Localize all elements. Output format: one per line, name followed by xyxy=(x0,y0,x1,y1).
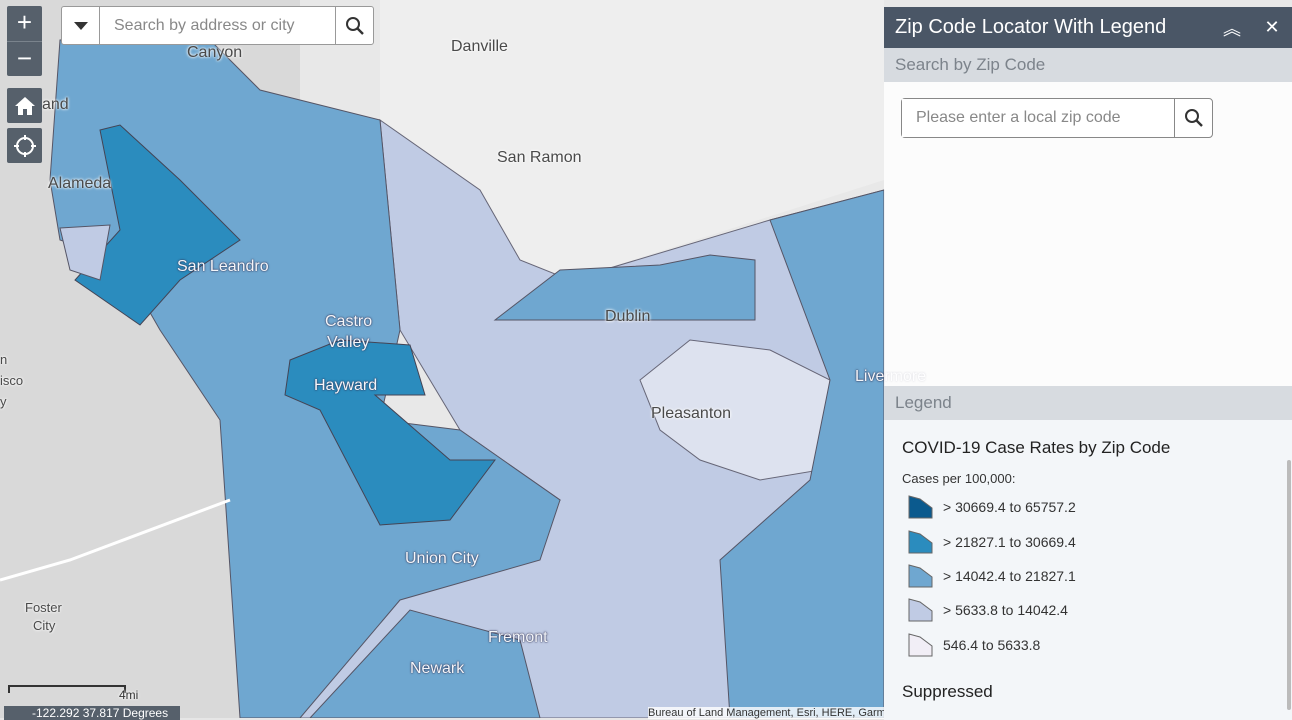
legend-subtitle: Cases per 100,000: xyxy=(902,471,1016,486)
legend-section-header[interactable]: Legend xyxy=(884,386,1292,420)
zip-search-button[interactable] xyxy=(1174,99,1212,137)
close-icon[interactable]: ✕ xyxy=(1252,17,1292,38)
legend-item-label: 546.4 to 5633.8 xyxy=(943,636,1041,653)
legend-swatch xyxy=(908,529,933,554)
place-label: Valley xyxy=(327,334,370,351)
place-label: isco xyxy=(0,373,24,388)
legend-item-label: > 14042.4 to 21827.1 xyxy=(943,567,1076,584)
place-label: Dublin xyxy=(605,308,651,325)
place-label: Pleasanton xyxy=(651,405,732,422)
legend-item: > 21827.1 to 30669.4 xyxy=(902,524,1292,558)
legend-title: COVID-19 Case Rates by Zip Code xyxy=(902,438,1171,457)
place-label: and xyxy=(42,96,69,113)
search-source-dropdown[interactable] xyxy=(62,7,100,44)
legend-item-label: > 21827.1 to 30669.4 xyxy=(943,533,1076,550)
legend-swatch xyxy=(908,598,933,622)
legend-scrollbar[interactable] xyxy=(1287,460,1291,710)
place-label: Hayward xyxy=(314,377,378,394)
home-button[interactable] xyxy=(7,88,42,123)
map-attribution: Bureau of Land Management, Esri, HERE, G… xyxy=(648,707,884,719)
collapse-icon[interactable]: ︽ xyxy=(1212,15,1252,41)
legend-swatch xyxy=(908,564,933,588)
place-label: Alameda xyxy=(48,175,112,192)
place-label: y xyxy=(0,394,7,409)
legend-item: > 5633.8 to 14042.4 xyxy=(902,593,1292,627)
zip-locator-panel: Zip Code Locator With Legend ︽ ✕ Search … xyxy=(884,7,1292,720)
search-icon xyxy=(345,16,364,35)
legend-item: > 30669.4 to 65757.2 xyxy=(902,490,1292,524)
place-label: Newark xyxy=(410,660,465,677)
scale-bar xyxy=(8,685,126,693)
panel-header: Zip Code Locator With Legend ︽ ✕ xyxy=(884,7,1292,48)
place-label: Castro xyxy=(325,313,373,330)
search-section-header[interactable]: Search by Zip Code xyxy=(884,48,1292,82)
legend: COVID-19 Case Rates by Zip Code Cases pe… xyxy=(884,420,1292,720)
legend-suppressed: Suppressed xyxy=(902,681,993,701)
address-search-button[interactable] xyxy=(335,7,373,44)
home-icon xyxy=(14,96,35,115)
zip-search-area xyxy=(884,82,1292,386)
zip-code-input[interactable] xyxy=(902,99,1174,137)
legend-swatch xyxy=(908,633,933,657)
place-label: Canyon xyxy=(187,44,243,61)
zoom-control: + − xyxy=(7,6,42,76)
locate-button[interactable] xyxy=(7,128,42,163)
zoom-in-button[interactable]: + xyxy=(7,6,42,41)
legend-item-label: > 30669.4 to 65757.2 xyxy=(943,499,1076,516)
legend-item: > 14042.4 to 21827.1 xyxy=(902,559,1292,593)
place-label: San Ramon xyxy=(497,149,582,166)
place-label: San Leandro xyxy=(177,258,269,275)
address-search-input[interactable] xyxy=(100,7,335,44)
address-search xyxy=(61,6,374,45)
place-label: Foster xyxy=(25,600,62,615)
place-label: n xyxy=(0,352,8,367)
place-label: City xyxy=(33,618,56,633)
place-label: Danville xyxy=(451,38,508,55)
zip-search xyxy=(901,98,1213,138)
legend-swatch xyxy=(908,495,933,519)
search-icon xyxy=(1184,109,1203,127)
legend-item-label: > 5633.8 to 14042.4 xyxy=(943,602,1068,619)
locate-icon xyxy=(13,134,36,157)
scale-label: 4mi xyxy=(119,688,139,702)
caret-down-icon xyxy=(73,21,88,30)
place-label: Fremont xyxy=(488,629,548,646)
legend-item: 546.4 to 5633.8 xyxy=(902,628,1292,662)
place-label: Union City xyxy=(405,550,479,567)
zoom-out-button[interactable]: − xyxy=(7,41,42,76)
panel-title: Zip Code Locator With Legend xyxy=(895,16,1167,38)
